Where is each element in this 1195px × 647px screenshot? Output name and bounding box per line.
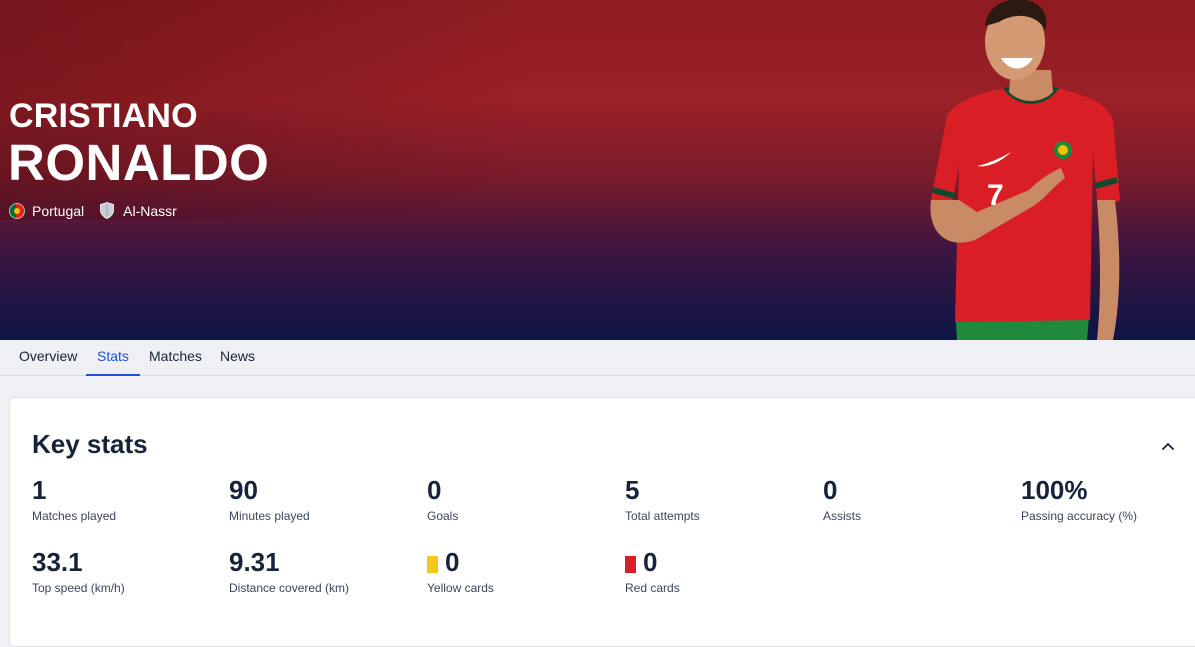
stat-label: Distance covered (km) (229, 581, 350, 595)
player-photo: 7 (930, 0, 1120, 340)
stat-value: 90 (229, 475, 258, 505)
stat-matches-played: 1 Matches played (32, 475, 222, 523)
tab-news[interactable]: News (220, 340, 255, 376)
stat-label: Matches played (32, 509, 117, 523)
player-tabs: Overview Stats Matches News (0, 340, 1195, 376)
stat-value-row: 0 (427, 547, 617, 577)
club-shield-icon (100, 202, 115, 219)
stat-value: 0 (823, 475, 838, 505)
stat-label: Passing accuracy (%) (1021, 509, 1138, 523)
stat-label: Top speed (km/h) (32, 581, 125, 595)
stat-distance-covered: 9.31 Distance covered (km) (229, 547, 419, 595)
stat-label: Goals (427, 509, 459, 523)
stat-passing-accuracy: 100% Passing accuracy (%) (1021, 475, 1195, 523)
stat-label: Assists (823, 509, 862, 523)
stat-label: Red cards (625, 581, 680, 595)
chevron-up-icon[interactable] (1160, 438, 1176, 454)
player-last-name: RONALDO (8, 134, 270, 191)
stat-total-attempts: 5 Total attempts (625, 475, 815, 523)
stat-yellow-cards: 0 Yellow cards (427, 547, 617, 595)
player-hero-banner: CRISTIANO RONALDO Portugal Al-Nassr 7 (0, 0, 1195, 340)
stat-value: 9.31 (229, 547, 280, 577)
stat-value: 1 (32, 475, 47, 505)
yellow-card-icon (427, 555, 438, 573)
stat-label: Yellow cards (427, 581, 494, 595)
player-club[interactable]: Al-Nassr (100, 202, 177, 219)
player-first-name: CRISTIANO (9, 97, 198, 135)
tab-matches[interactable]: Matches (149, 340, 202, 376)
stat-value: 100% (1021, 475, 1088, 505)
stat-value: 0 (445, 547, 460, 577)
stat-value-row: 0 (625, 547, 815, 577)
stat-goals: 0 Goals (427, 475, 617, 523)
stat-value: 33.1 (32, 547, 83, 577)
stat-label: Total attempts (625, 509, 700, 523)
portugal-flag-icon (9, 202, 25, 219)
country-label: Portugal (32, 202, 85, 219)
stat-value: 0 (427, 475, 442, 505)
key-stats-title: Key stats (32, 429, 148, 459)
player-meta: Portugal Al-Nassr (9, 202, 193, 219)
stat-label: Minutes played (229, 509, 310, 523)
player-country[interactable]: Portugal (9, 202, 85, 219)
shirt-number: 7 (987, 179, 1004, 212)
stat-red-cards: 0 Red cards (625, 547, 815, 595)
stat-value: 5 (625, 475, 640, 505)
tab-overview[interactable]: Overview (19, 340, 77, 376)
stat-top-speed: 33.1 Top speed (km/h) (32, 547, 222, 595)
club-label: Al-Nassr (123, 202, 177, 219)
stat-minutes-played: 90 Minutes played (229, 475, 419, 523)
tab-stats[interactable]: Stats (86, 340, 140, 376)
key-stats-card: Key stats 1 Matches played 90 Minutes pl… (9, 397, 1195, 647)
red-card-icon (625, 555, 636, 573)
stat-assists: 0 Assists (823, 475, 1013, 523)
stat-value: 0 (643, 547, 658, 577)
